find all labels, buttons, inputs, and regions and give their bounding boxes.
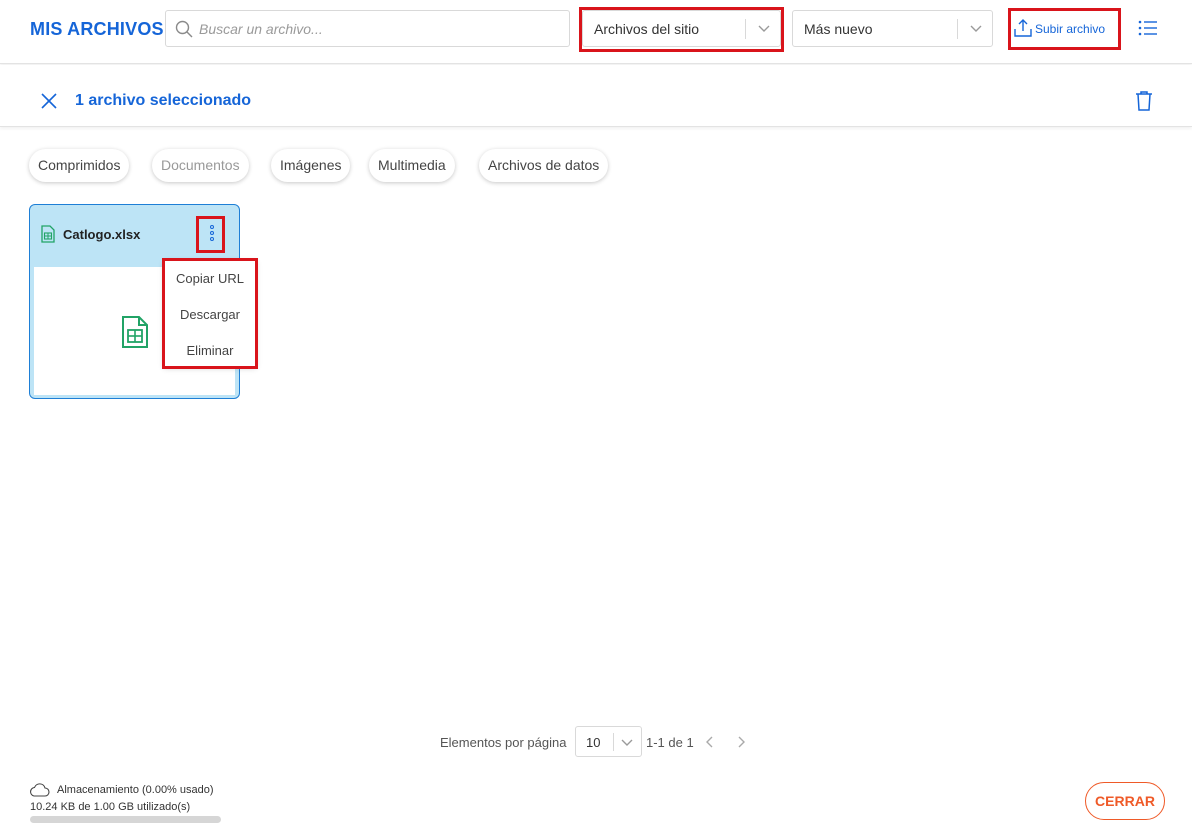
trash-icon[interactable] — [1134, 90, 1154, 112]
filter-chip-images[interactable]: Imágenes — [271, 149, 351, 182]
spreadsheet-icon — [41, 225, 55, 243]
sort-order-value: Más nuevo — [804, 21, 873, 37]
search-input[interactable]: Buscar un archivo... — [165, 10, 570, 47]
select-divider — [745, 19, 746, 39]
list-view-icon[interactable] — [1138, 20, 1157, 36]
filter-chip-data-files[interactable]: Archivos de datos — [479, 149, 609, 182]
search-placeholder: Buscar un archivo... — [199, 21, 323, 37]
items-per-page-value: 10 — [586, 735, 601, 750]
page-range: 1-1 de 1 — [646, 735, 694, 750]
sort-order-select[interactable]: Más nuevo — [792, 10, 993, 47]
file-source-value: Archivos del sitio — [594, 21, 700, 37]
items-per-page-label: Elementos por página — [440, 735, 567, 750]
cloud-icon — [30, 783, 50, 797]
storage-label: Almacenamiento (0.00% usado) — [57, 784, 214, 796]
filter-chip-documents[interactable]: Documentos — [152, 149, 249, 182]
chevron-down-icon[interactable] — [757, 23, 771, 35]
search-icon — [175, 20, 193, 38]
select-divider — [957, 19, 958, 39]
close-button[interactable]: CERRAR — [1085, 782, 1165, 820]
close-icon[interactable] — [40, 92, 58, 110]
storage-progress-bar — [30, 816, 221, 823]
file-source-select[interactable]: Archivos del sitio — [582, 10, 781, 47]
selection-bar: 1 archivo seleccionado — [0, 65, 1192, 127]
spreadsheet-preview-icon — [122, 316, 148, 348]
select-divider — [613, 733, 614, 751]
menu-item-delete[interactable]: Eliminar — [164, 343, 256, 358]
chevron-right-icon[interactable] — [736, 735, 746, 749]
menu-item-copy-url[interactable]: Copiar URL — [164, 271, 256, 286]
chevron-left-icon[interactable] — [705, 735, 715, 749]
page-title: MIS ARCHIVOS — [30, 19, 164, 39]
chevron-down-icon[interactable] — [969, 23, 983, 35]
selection-count: 1 archivo seleccionado — [75, 92, 252, 109]
filter-chip-multimedia[interactable]: Multimedia — [369, 149, 455, 182]
file-context-menu: Copiar URL Descargar Eliminar — [164, 260, 256, 366]
top-bar: MIS ARCHIVOS Buscar un archivo... Archiv… — [0, 0, 1192, 64]
upload-file-label: Subir archivo — [1035, 22, 1106, 36]
more-options-icon[interactable] — [209, 224, 215, 242]
storage-usage: 10.24 KB de 1.00 GB utilizado(s) — [30, 801, 191, 813]
items-per-page-select[interactable]: 10 — [575, 726, 642, 757]
upload-file-button[interactable]: Subir archivo — [1011, 11, 1118, 47]
filter-chip-compressed[interactable]: Comprimidos — [29, 149, 130, 182]
chevron-down-icon[interactable] — [620, 737, 634, 748]
upload-icon — [1014, 19, 1032, 37]
menu-item-download[interactable]: Descargar — [164, 307, 256, 322]
file-name: Catlogo.xlsx — [63, 227, 141, 242]
